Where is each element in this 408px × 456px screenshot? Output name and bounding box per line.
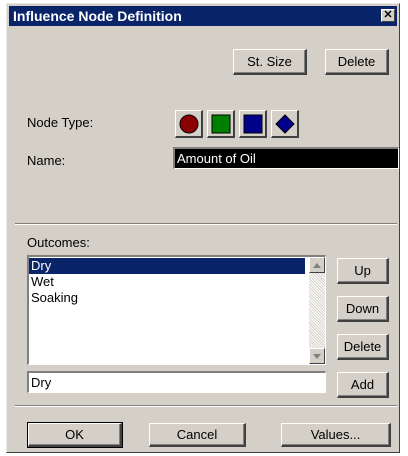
scroll-up-arrow-icon[interactable]: [309, 257, 325, 273]
name-input[interactable]: Amount of Oil: [173, 147, 399, 169]
node-type-deterministic-button[interactable]: [271, 110, 299, 138]
diamond-icon: [274, 113, 295, 134]
list-item[interactable]: Soaking: [29, 290, 305, 306]
circle-icon: [179, 114, 198, 133]
move-down-button[interactable]: Down: [337, 296, 389, 322]
values-button[interactable]: Values...: [281, 423, 391, 447]
outcomes-label: Outcomes:: [27, 235, 90, 250]
window-title: Influence Node Definition: [13, 8, 182, 24]
square-icon: [243, 114, 262, 133]
title-bar[interactable]: Influence Node Definition ✕: [9, 6, 397, 26]
cancel-button[interactable]: Cancel: [149, 423, 246, 447]
influence-node-dialog: Influence Node Definition ✕ St. Size Del…: [6, 3, 400, 453]
list-item[interactable]: Dry: [29, 258, 305, 274]
scroll-down-arrow-icon[interactable]: [309, 348, 325, 364]
delete-node-button[interactable]: Delete: [325, 49, 389, 75]
delete-outcome-button[interactable]: Delete: [337, 334, 389, 360]
footer-divider-highlight: [15, 406, 397, 407]
st-size-button[interactable]: St. Size: [233, 49, 307, 75]
outcomes-scrollbar[interactable]: [309, 257, 325, 364]
node-type-decision-button[interactable]: [207, 110, 235, 138]
node-type-label: Node Type:: [27, 115, 94, 130]
square-icon: [211, 114, 230, 133]
ok-button[interactable]: OK: [27, 422, 123, 448]
add-outcome-button[interactable]: Add: [337, 372, 389, 398]
list-item[interactable]: Wet: [29, 274, 305, 290]
name-label: Name:: [27, 153, 66, 168]
outcomes-list[interactable]: Dry Wet Soaking: [27, 255, 326, 365]
node-type-chance-button[interactable]: [175, 110, 203, 138]
close-icon[interactable]: ✕: [381, 9, 395, 22]
section-divider-highlight: [15, 224, 397, 225]
outcome-edit-input[interactable]: Dry: [27, 371, 326, 393]
move-up-button[interactable]: Up: [337, 258, 389, 284]
node-type-value-button[interactable]: [239, 110, 267, 138]
